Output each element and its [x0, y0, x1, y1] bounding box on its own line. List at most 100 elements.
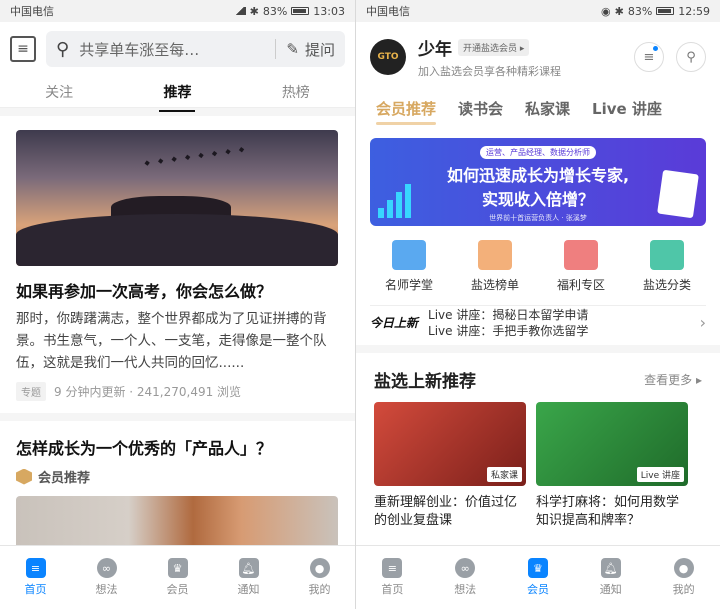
course-card[interactable]: 私家课 重新理解创业：价值过亿的创业复盘课 [374, 402, 526, 530]
card-title: 如果再参加一次高考，你会怎么做？ [16, 282, 273, 301]
chevron-right-icon: › [699, 313, 706, 332]
ticker-list: Live 讲座：揭秘日本留学申请 Live 讲座：手把手教你选留学 [428, 307, 690, 339]
bell-icon: 🔔︎ [238, 558, 259, 578]
crown-icon: ♛ [527, 558, 548, 578]
nav-notifications[interactable]: 🔔︎ 通知 [238, 558, 260, 597]
feed-card[interactable]: ◆ ◆ ◆ ◆ ◆ ◆ ◆ ◆ 如果再参加一次高考，你会怎么做？ 那时，你踌躇满… [0, 116, 355, 413]
promo-banner[interactable]: 运营、产品经理、数据分析师 如何迅速成长为增长专家, 实现收入倍增？ 世界前十首… [370, 138, 706, 226]
nav-ideas[interactable]: ∞ 想法 [454, 558, 476, 597]
nav-member[interactable]: ♛ 会员 [527, 558, 549, 597]
status-bar: 中国电信 ✱ 83% 13:03 [0, 0, 355, 22]
search-input[interactable]: ⚲ 共享单车涨至每… ✎ 提问 [46, 31, 345, 67]
bluetooth-icon: ✱ [249, 4, 259, 18]
carrier: 中国电信 [10, 5, 54, 18]
category-famous-teachers[interactable]: 名师学堂 [385, 240, 433, 293]
document-icon: ≡ [643, 49, 655, 65]
section-header: 盐选上新推荐 查看更多 ▸ [356, 353, 720, 402]
clock: 12:59 [678, 4, 710, 18]
ticker-logo: 今日上新 [370, 316, 419, 330]
tab-private-course[interactable]: 私家课 [525, 98, 570, 119]
clock: 13:03 [313, 4, 345, 18]
course-cover: 私家课 [374, 402, 526, 486]
gift-icon [563, 240, 598, 270]
nav-label: 会员 [166, 583, 189, 596]
open-vip-button[interactable]: 开通盐选会员 ▸ [458, 39, 530, 56]
avatar[interactable]: GTO [370, 39, 406, 75]
nav-home[interactable]: ≡ 首页 [25, 558, 47, 597]
topic-badge: 专题 [16, 382, 46, 401]
card-image: ◆ ◆ ◆ ◆ ◆ ◆ ◆ ◆ [16, 130, 338, 266]
nav-label: 会员 [526, 583, 549, 596]
ticker-item: Live 讲座：手把手教你选留学 [428, 323, 589, 338]
category-label: 名师学堂 [384, 278, 433, 292]
category-row: 名师学堂 盐选榜单 福利专区 盐选分类 [356, 226, 720, 293]
ticker-item: Live 讲座：揭秘日本留学申请 [428, 307, 589, 322]
pencil-icon: ✎ [286, 40, 299, 58]
drafts-icon[interactable]: ≡ [10, 36, 36, 62]
nav-label: 首页 [24, 583, 47, 596]
card-stats: 9 分钟内更新 · 241,270,491 浏览 [54, 385, 242, 399]
course-type-badge: 私家课 [486, 467, 522, 482]
nav-label: 我的 [672, 583, 695, 596]
eye-icon: ◉ [601, 4, 611, 18]
ask-button[interactable]: ✎ 提问 [286, 39, 335, 60]
tab-member-recommend[interactable]: 会员推荐 [376, 98, 437, 125]
see-more-link[interactable]: 查看更多 ▸ [644, 371, 702, 388]
feed: ◆ ◆ ◆ ◆ ◆ ◆ ◆ ◆ 如果再参加一次高考，你会怎么做？ 那时，你踌躇满… [0, 108, 355, 568]
notification-dot [653, 46, 658, 51]
search-button[interactable]: ⚲ [676, 42, 706, 72]
nav-notifications[interactable]: 🔔︎ 通知 [600, 558, 622, 597]
bluetooth-icon: ✱ [614, 4, 624, 18]
nav-label: 通知 [599, 583, 622, 596]
nav-label: 通知 [237, 583, 260, 596]
category-classification[interactable]: 盐选分类 [643, 240, 691, 293]
tab-live[interactable]: Live 讲座 [592, 98, 662, 119]
course-title: 科学打麻将：如何用数学知识提高和牌率？ [536, 495, 680, 528]
battery-icon [291, 7, 310, 15]
home-icon: ≡ [382, 558, 403, 578]
nav-ideas[interactable]: ∞ 想法 [96, 558, 118, 597]
new-today-ticker[interactable]: 今日上新 Live 讲座：揭秘日本留学申请 Live 讲座：手把手教你选留学 › [370, 305, 706, 339]
banner-footer: 世界前十首运营负责人 · 张溪梦 [489, 214, 587, 222]
person-icon: ● [673, 558, 694, 578]
category-label: 盐选分类 [642, 278, 691, 292]
divider [275, 39, 277, 59]
course-title: 重新理解创业：价值过亿的创业复盘课 [374, 495, 518, 528]
nav-label: 想法 [95, 583, 118, 596]
carrier: 中国电信 [366, 5, 410, 18]
member-header: GTO 少年 开通盐选会员 ▸ 加入盐选会员享各种精彩课程 ≡ ⚲ [356, 22, 720, 92]
category-benefits[interactable]: 福利专区 [557, 240, 605, 293]
nav-home[interactable]: ≡ 首页 [381, 558, 403, 597]
orders-button[interactable]: ≡ [634, 42, 664, 72]
hill [16, 214, 338, 266]
bell-icon: 🔔︎ [600, 558, 621, 578]
right-screen: 中国电信 ◉ ✱ 83% 12:59 GTO 少年 开通盐选会员 ▸ 加入盐选会… [356, 0, 720, 609]
nav-label: 首页 [381, 583, 404, 596]
tab-hot[interactable]: 热榜 [274, 78, 318, 106]
ask-label: 提问 [304, 40, 335, 59]
tab-following[interactable]: 关注 [37, 78, 81, 106]
course-card[interactable]: Live 讲座 科学打麻将：如何用数学知识提高和牌率？ [536, 402, 688, 530]
member-recommend: 会员推荐 [16, 467, 339, 486]
user-name: 少年 [418, 40, 452, 60]
infinity-icon: ∞ [455, 558, 476, 578]
search-icon: ⚲ [56, 38, 70, 60]
category-rankings[interactable]: 盐选榜单 [471, 240, 519, 293]
card-icon [649, 240, 684, 270]
tab-recommended[interactable]: 推荐 [155, 78, 199, 112]
person-icon: ● [309, 558, 330, 578]
nav-profile[interactable]: ● 我的 [673, 558, 695, 597]
category-label: 福利专区 [556, 278, 605, 292]
nav-member[interactable]: ♛ 会员 [167, 558, 189, 597]
search-icon: ⚲ [686, 49, 696, 65]
card-title: 怎样成长为一个优秀的「产品人」？ [16, 439, 273, 458]
tab-book-club[interactable]: 读书会 [458, 98, 503, 119]
infinity-icon: ∞ [96, 558, 117, 578]
course-list: 私家课 重新理解创业：价值过亿的创业复盘课 Live 讲座 科学打麻将：如何用数… [356, 402, 720, 530]
left-screen: 中国电信 ✱ 83% 13:03 ≡ ⚲ 共享单车涨至每… ✎ 提问 关注 推荐… [0, 0, 355, 609]
category-label: 盐选榜单 [470, 278, 519, 292]
member-label: 会员推荐 [38, 471, 91, 486]
profile-subtitle: 加入盐选会员享各种精彩课程 [418, 65, 561, 78]
nav-profile[interactable]: ● 我的 [309, 558, 331, 597]
clipboard-graphic [657, 169, 699, 219]
